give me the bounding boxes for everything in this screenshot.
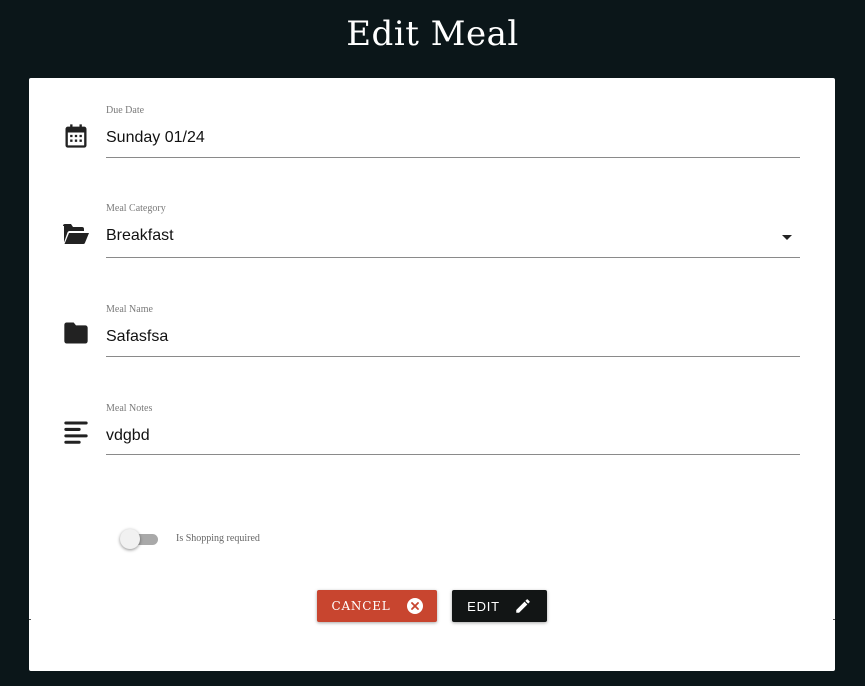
meal-category-field: Meal Category Breakfast [62, 203, 800, 283]
meal-name-field: Meal Name [62, 304, 800, 384]
folder-open-icon [62, 220, 90, 248]
meal-name-input[interactable] [106, 328, 800, 346]
chevron-down-icon[interactable] [782, 235, 792, 240]
meal-category-underline [106, 257, 800, 258]
meal-category-label: Meal Category [106, 203, 166, 214]
due-date-input[interactable] [106, 129, 800, 147]
calendar-icon [62, 122, 90, 150]
shopping-required-toggle[interactable] [120, 529, 160, 549]
meal-notes-underline [106, 454, 800, 455]
meal-name-label: Meal Name [106, 304, 153, 315]
meal-notes-label: Meal Notes [106, 403, 153, 414]
meal-notes-field: Meal Notes [62, 403, 800, 483]
cancel-button-label: Cancel [331, 599, 391, 613]
edit-button-label: Edit [467, 598, 500, 614]
divider-left [29, 619, 31, 620]
cancel-button[interactable]: Cancel [317, 590, 437, 622]
divider-right [833, 619, 835, 620]
notes-icon [62, 418, 90, 446]
toggle-thumb [120, 529, 140, 549]
due-date-underline [106, 157, 800, 158]
close-circle-icon [406, 598, 423, 614]
due-date-field: Due Date [62, 105, 800, 185]
meal-notes-input[interactable] [106, 427, 800, 445]
folder-icon [62, 319, 90, 347]
shopping-required-label: Is Shopping required [176, 533, 260, 544]
page-title: Edit Meal [346, 14, 519, 54]
due-date-label: Due Date [106, 105, 145, 116]
meal-category-select[interactable]: Breakfast [106, 227, 800, 245]
meal-name-underline [106, 356, 800, 357]
pencil-icon [516, 599, 530, 613]
edit-meal-dialog: Due Date Meal Category Breakfast Meal Na… [29, 78, 835, 671]
edit-button[interactable]: Edit [452, 590, 547, 622]
